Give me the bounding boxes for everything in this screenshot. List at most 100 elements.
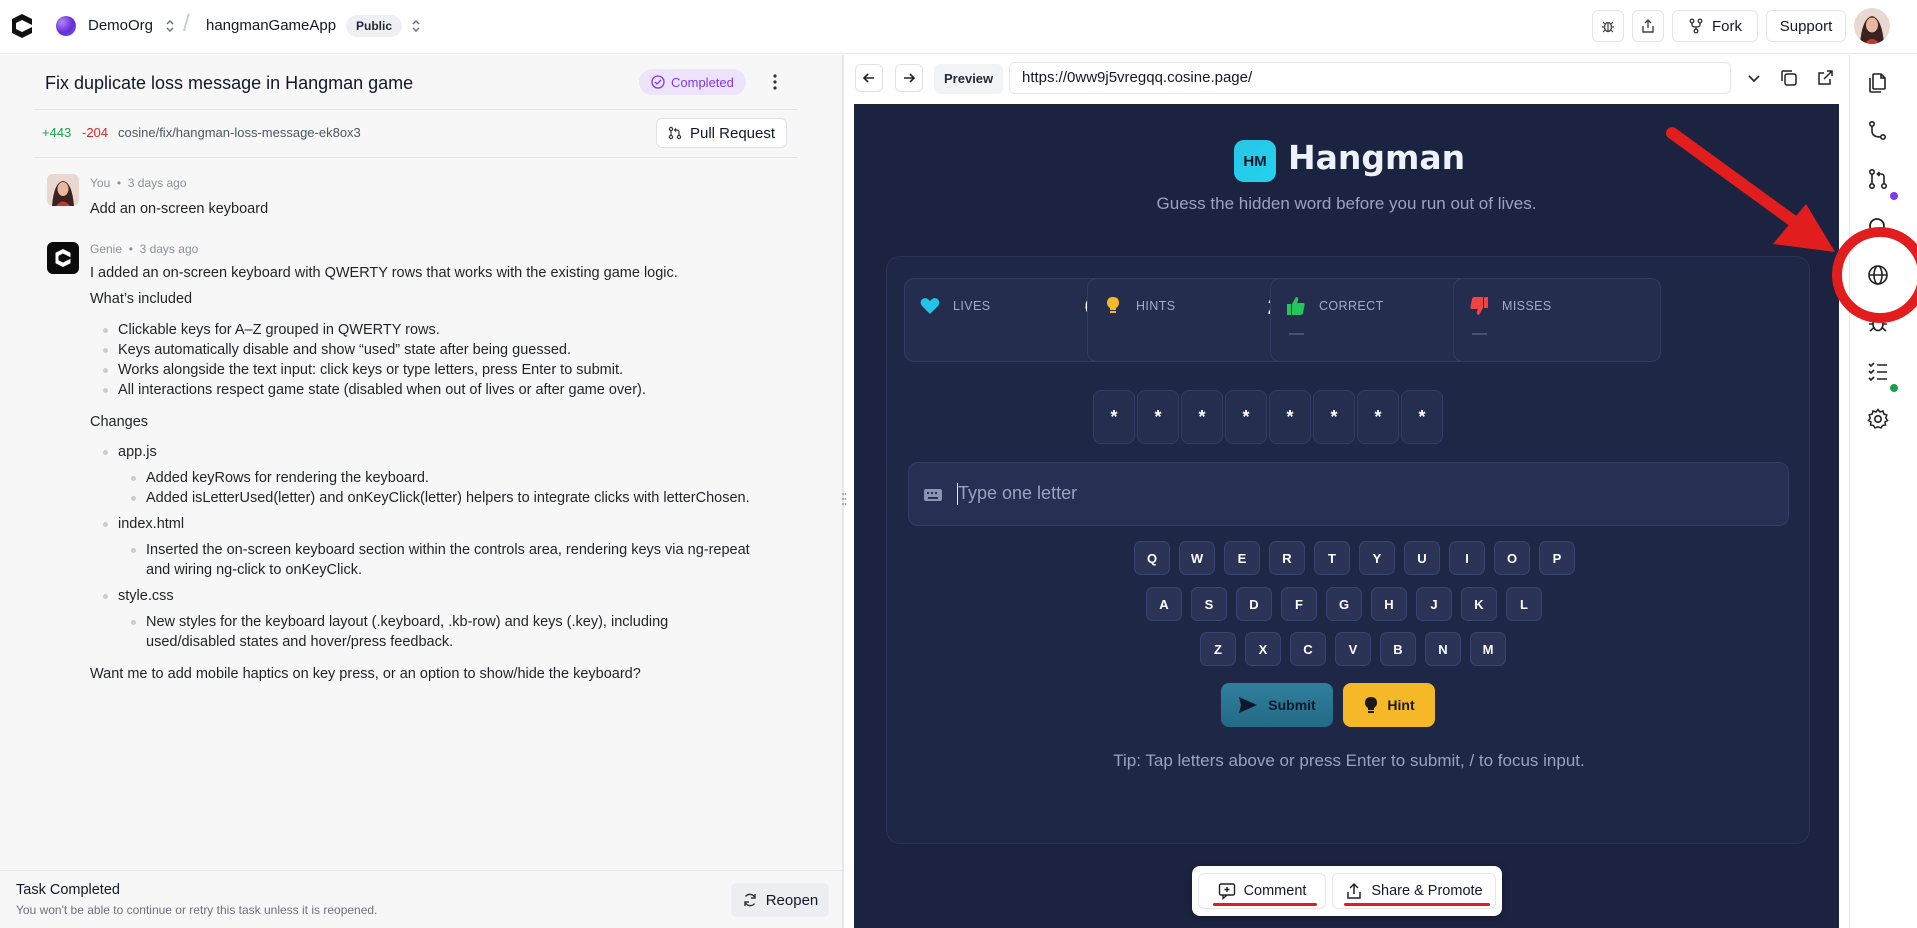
key-c[interactable]: C — [1290, 632, 1326, 666]
copy-icon[interactable] — [1779, 68, 1799, 88]
key-p[interactable]: P — [1539, 541, 1575, 575]
annotation-underline — [1213, 903, 1317, 906]
forward-button[interactable] — [895, 64, 923, 92]
stat-hints: HINTS 2 — [1087, 278, 1295, 362]
letter-input[interactable]: Type one letter — [908, 462, 1789, 526]
key-w[interactable]: W — [1179, 541, 1215, 575]
org-switcher-icon[interactable] — [164, 17, 176, 35]
stat-label: HINTS — [1136, 299, 1176, 313]
key-j[interactable]: J — [1416, 587, 1452, 621]
key-o[interactable]: O — [1494, 541, 1530, 575]
app-name[interactable]: hangmanGameApp — [206, 17, 336, 34]
task-footer: Task Completed You won't be able to cont… — [0, 870, 842, 928]
key-a[interactable]: A — [1146, 587, 1182, 621]
url-input[interactable]: https://0ww9j5vregqq.cosine.page/ — [1009, 62, 1731, 94]
fork-button[interactable]: Fork — [1672, 10, 1758, 42]
status-badge: Completed — [639, 69, 746, 95]
globe-icon[interactable] — [1866, 263, 1890, 287]
list-item: All interactions respect game state (dis… — [103, 380, 790, 400]
key-q[interactable]: Q — [1134, 541, 1170, 575]
key-f[interactable]: F — [1281, 587, 1317, 621]
back-button[interactable] — [855, 64, 883, 92]
key-h[interactable]: H — [1371, 587, 1407, 621]
preview-tab[interactable]: Preview — [934, 64, 1004, 94]
key-x[interactable]: X — [1245, 632, 1281, 666]
change-items: Added keyRows for rendering the keyboard… — [118, 468, 790, 508]
arrow-right-icon — [904, 73, 916, 83]
org-avatar[interactable] — [56, 16, 76, 36]
key-i[interactable]: I — [1449, 541, 1485, 575]
stat-label: CORRECT — [1319, 299, 1384, 313]
key-b[interactable]: B — [1380, 632, 1416, 666]
heart-icon — [920, 298, 940, 314]
checklist-icon[interactable] — [1866, 359, 1890, 383]
key-g[interactable]: G — [1326, 587, 1362, 621]
user-avatar[interactable] — [1854, 8, 1890, 44]
pull-request-button[interactable]: Pull Request — [656, 118, 787, 148]
settings-icon[interactable] — [1866, 407, 1890, 431]
key-t[interactable]: T — [1314, 541, 1350, 575]
top-bar: DemoOrg / hangmanGameApp Public Fork Sup… — [0, 0, 1917, 54]
letter-slot: * — [1357, 390, 1399, 444]
key-r[interactable]: R — [1269, 541, 1305, 575]
letter-slot: * — [1137, 390, 1179, 444]
key-d[interactable]: D — [1236, 587, 1272, 621]
genie-avatar — [47, 242, 79, 274]
pull-request-icon[interactable] — [1866, 167, 1890, 191]
chevron-down-icon[interactable] — [1744, 68, 1764, 88]
stat-lives: LIVES 6 — [904, 278, 1112, 362]
app-switcher-icon[interactable] — [410, 17, 422, 35]
notification-dot — [1890, 192, 1898, 200]
send-icon — [1239, 697, 1258, 713]
bulb-icon — [1365, 697, 1378, 713]
breadcrumb-separator: / — [183, 10, 190, 37]
reopen-button[interactable]: Reopen — [731, 883, 829, 917]
search-icon[interactable] — [1866, 215, 1890, 239]
key-m[interactable]: M — [1470, 632, 1506, 666]
file-name: index.html — [118, 516, 185, 532]
files-icon[interactable] — [1866, 71, 1890, 95]
message-time: 3 days ago — [139, 242, 199, 256]
support-button[interactable]: Support — [1766, 10, 1846, 42]
list-item: Works alongside the text input: click ke… — [103, 360, 790, 380]
divider — [34, 109, 797, 110]
changes-heading: Changes — [90, 414, 149, 430]
more-options-icon[interactable] — [767, 71, 783, 93]
comment-icon — [1218, 883, 1235, 900]
key-e[interactable]: E — [1224, 541, 1260, 575]
message-author: Genie — [90, 242, 123, 256]
bug-icon[interactable] — [1866, 311, 1890, 335]
key-v[interactable]: V — [1335, 632, 1371, 666]
branch-name: cosine/fix/hangman-loss-message-ek8ox3 — [118, 125, 361, 140]
key-y[interactable]: Y — [1359, 541, 1395, 575]
hint-button[interactable]: Hint — [1343, 683, 1435, 727]
share-button[interactable] — [1632, 10, 1664, 42]
check-circle-icon — [651, 75, 665, 89]
key-u[interactable]: U — [1404, 541, 1440, 575]
key-k[interactable]: K — [1461, 587, 1497, 621]
thumbs-down-icon — [1470, 297, 1488, 315]
annotation-underline — [1344, 903, 1490, 906]
game-title: Hangman — [1288, 138, 1466, 177]
external-link-icon[interactable] — [1815, 68, 1835, 88]
meta-separator: • — [125, 242, 140, 256]
stat-value: — — [1472, 325, 1487, 342]
cosine-logo-icon[interactable] — [10, 13, 34, 39]
resize-grip-icon[interactable] — [841, 492, 847, 506]
key-l[interactable]: L — [1506, 587, 1542, 621]
git-commit-icon[interactable] — [1866, 119, 1890, 143]
letter-slot: * — [1313, 390, 1355, 444]
user-message-meta: You • 3 days ago — [90, 176, 187, 190]
org-name[interactable]: DemoOrg — [88, 17, 153, 34]
submit-button[interactable]: Submit — [1221, 683, 1333, 727]
included-list: Clickable keys for A–Z grouped in QWERTY… — [90, 320, 790, 400]
list-item: Inserted the on-screen keyboard section … — [131, 540, 758, 580]
input-placeholder: Type one letter — [958, 483, 1078, 503]
key-s[interactable]: S — [1191, 587, 1227, 621]
key-n[interactable]: N — [1425, 632, 1461, 666]
key-z[interactable]: Z — [1200, 632, 1236, 666]
bug-report-button[interactable] — [1592, 10, 1624, 42]
file-name: app.js — [118, 444, 157, 460]
change-items: New styles for the keyboard layout (.key… — [118, 612, 728, 652]
change-file: style.css New styles for the keyboard la… — [103, 586, 790, 652]
